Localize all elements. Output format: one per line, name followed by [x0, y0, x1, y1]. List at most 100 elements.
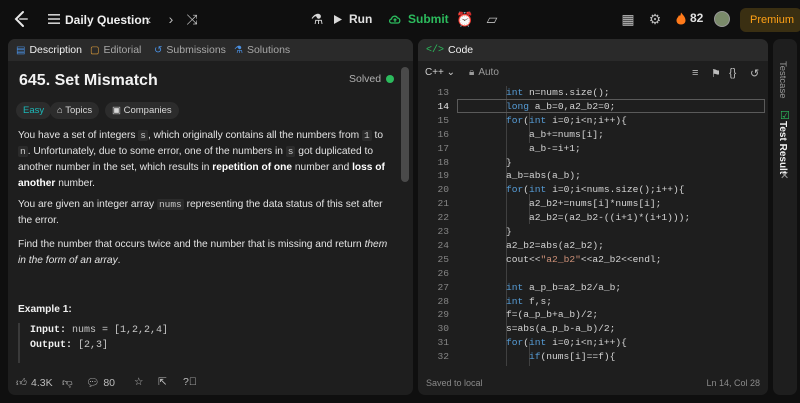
- tab-solutions-label: Solutions: [246, 44, 291, 56]
- description-tab-bar: ▤ Description ▢ Editorial ↺ Submissions …: [8, 39, 413, 61]
- example-box: Input: nums = [1,2,2,4] Output: [2,3]: [18, 323, 178, 363]
- tag-icon: ⌂: [57, 105, 66, 116]
- share-button[interactable]: ⇱: [158, 376, 167, 388]
- code-line[interactable]: 30 s=abs(a_p_b-a_b)/2;: [418, 322, 768, 336]
- favorite-button[interactable]: ☆: [134, 376, 143, 388]
- code-text: s=abs(a_p_b-a_b)/2;: [506, 323, 616, 335]
- layout-grid-icon[interactable]: ▦: [620, 11, 636, 27]
- line-number: 32: [437, 351, 449, 363]
- code-line[interactable]: 24 a2_b2=abs(a2_b2);: [418, 239, 768, 253]
- language-select[interactable]: C++ ⌄: [425, 67, 455, 78]
- difficulty-badge[interactable]: Easy: [16, 102, 52, 119]
- streak-counter[interactable]: 82: [676, 11, 703, 25]
- editorial-icon: ▢: [90, 44, 100, 56]
- companies-tag[interactable]: ▣ Companies: [105, 102, 179, 119]
- auto-mode-toggle[interactable]: 🔒︎ Auto: [469, 67, 499, 78]
- code-line[interactable]: 21 a2_b2+=nums[i]*nums[i];: [418, 197, 768, 211]
- line-number: 20: [437, 184, 449, 196]
- note-icon[interactable]: ▱: [484, 11, 500, 27]
- companies-label: Companies: [123, 105, 172, 116]
- gear-icon[interactable]: ⚙: [647, 11, 663, 27]
- avatar[interactable]: [714, 11, 730, 27]
- building-icon: ▣: [112, 105, 124, 116]
- chevron-left-icon[interactable]: ‹: [141, 11, 157, 27]
- solutions-icon: ⚗: [234, 44, 243, 56]
- code-line[interactable]: 32 if(nums[i]==f){: [418, 350, 768, 364]
- comment-count: 80: [103, 376, 116, 389]
- premium-button[interactable]: Premium: [740, 8, 800, 32]
- code-line[interactable]: 28 int f,s;: [418, 295, 768, 309]
- code-line[interactable]: 13 int n=nums.size();: [418, 86, 768, 100]
- alarm-clock-icon[interactable]: ⏰: [456, 11, 473, 27]
- description-scrollbar[interactable]: [401, 67, 409, 182]
- tab-description[interactable]: ▤ Description: [16, 44, 82, 56]
- chevron-right-icon[interactable]: ›: [163, 11, 179, 27]
- run-button[interactable]: Run: [333, 8, 372, 30]
- code-text: a2_b2=(a2_b2-((i+1)*(i+1)));: [529, 212, 691, 224]
- code-line[interactable]: 14 long a_b=0,a2_b2=0;: [418, 100, 768, 114]
- debug-icon[interactable]: ⚗: [309, 11, 325, 27]
- tab-editorial[interactable]: ▢ Editorial: [90, 44, 141, 56]
- like-count: 4.3K: [30, 376, 53, 389]
- code-text: a2_b2=abs(a2_b2);: [506, 239, 604, 251]
- code-brackets-icon: </>: [426, 44, 445, 56]
- submit-button[interactable]: Submit: [388, 8, 449, 30]
- braces-icon[interactable]: {}: [729, 67, 736, 79]
- close-icon[interactable]: ✕: [780, 169, 789, 182]
- code-line[interactable]: 20 for(int i=0;i<nums.size();i++){: [418, 183, 768, 197]
- code-editor[interactable]: 13 int n=nums.size(); 14 long a_b=0,a2_b2=0…: [418, 86, 768, 366]
- tab-code[interactable]: </> Code: [426, 44, 473, 56]
- star-icon: ☆: [134, 376, 144, 388]
- fire-icon: [676, 12, 686, 24]
- code-line[interactable]: 26: [418, 267, 768, 281]
- like-button[interactable]: 👍︎ 4.3K: [16, 376, 53, 390]
- format-icon[interactable]: ≡: [692, 67, 698, 79]
- reset-icon[interactable]: ↺: [750, 67, 759, 80]
- code-line[interactable]: 31 for(int i=0;i<n;i++){: [418, 336, 768, 350]
- shuffle-icon[interactable]: ⤨: [184, 11, 200, 27]
- tab-submissions-label: Submissions: [166, 44, 226, 56]
- bookmark-icon[interactable]: ⚑: [711, 67, 721, 80]
- description-footer: 👍︎ 4.3K 👎︎ 💬︎ 80 ☆ ⇱ ?⃝: [8, 371, 413, 395]
- code-line[interactable]: 18}: [418, 156, 768, 170]
- solved-label: Solved: [349, 73, 382, 85]
- code-line[interactable]: 27 int a_p_b=a2_b2/a_b;: [418, 281, 768, 295]
- tab-submissions[interactable]: ↺ Submissions: [154, 44, 226, 56]
- topics-label: Topics: [65, 105, 93, 116]
- run-label: Run: [349, 12, 373, 26]
- code-text: int f,s;: [506, 295, 553, 307]
- code-text: long a_b=0,a2_b2=0;: [506, 100, 616, 112]
- tab-test-result[interactable]: Test Result: [777, 121, 788, 174]
- code-line[interactable]: 25 cout<<"a2_b2"<<a2_b2<<endl;: [418, 253, 768, 267]
- comments-button[interactable]: 💬︎ 80: [86, 376, 116, 390]
- tab-solutions[interactable]: ⚗ Solutions: [234, 44, 290, 56]
- description-icon: ▤: [16, 44, 26, 56]
- help-button[interactable]: ?⃝: [183, 376, 197, 388]
- problem-list-title[interactable]: Daily Question: [65, 13, 149, 27]
- problem-title: 645. Set Mismatch: [19, 72, 158, 89]
- code-line[interactable]: 19 a_b=abs(a_b);: [418, 169, 768, 183]
- code-line[interactable]: 29 f=(a_p_b+a_b)/2;: [418, 308, 768, 322]
- example-title: Example 1:: [18, 304, 72, 315]
- line-number: 30: [437, 323, 449, 335]
- code-text: if(nums[i]==f){: [529, 351, 616, 363]
- code-text: for(int i=0;i<n;i++){: [506, 114, 627, 126]
- dislike-button[interactable]: 👎︎: [62, 376, 73, 389]
- description-paragraph-1: You have a set of integers s, which orig…: [18, 130, 385, 189]
- line-number: 28: [437, 295, 449, 307]
- code-line[interactable]: 16 a_b+=nums[i];: [418, 128, 768, 142]
- line-number: 24: [437, 239, 449, 251]
- description-paragraph-3: Find the number that occurs twice and th…: [18, 239, 388, 266]
- tab-editorial-label: Editorial: [103, 44, 142, 56]
- line-number: 15: [437, 114, 449, 126]
- code-line[interactable]: 22 a2_b2=(a2_b2-((i+1)*(i+1)));: [418, 211, 768, 225]
- code-line[interactable]: 23}: [418, 225, 768, 239]
- tab-code-label: Code: [448, 44, 474, 56]
- code-line[interactable]: 15 for(int i=0;i<n;i++){: [418, 114, 768, 128]
- topics-tag[interactable]: ⌂ Topics: [50, 102, 100, 119]
- problem-list-icon[interactable]: [47, 12, 61, 26]
- tab-testcase[interactable]: Testcase: [777, 61, 788, 99]
- code-line[interactable]: 17 a_b-=i+1;: [418, 142, 768, 156]
- editor-toolbar: C++ ⌄ 🔒︎ Auto ≡ ⚑ {} ↺: [418, 61, 768, 85]
- leetcode-logo-icon[interactable]: [12, 10, 30, 28]
